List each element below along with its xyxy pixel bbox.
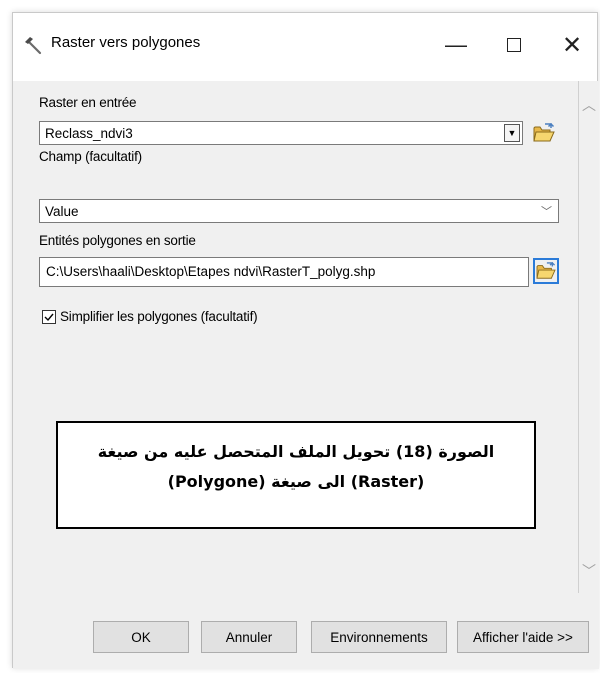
minimize-button[interactable]: — [433,27,479,63]
chevron-down-icon: ﹀ [541,206,552,218]
caption-line-2: (Raster) الى صيغة (Polygone) [167,472,425,491]
checkmark-icon [44,313,54,322]
maximize-icon [507,38,521,52]
raster-input-label: Raster en entrée [39,95,137,110]
output-label: Entités polygones en sortie [39,233,196,248]
maximize-button[interactable] [491,27,537,63]
open-folder-icon [536,262,556,279]
figure-caption: الصورة (18) تحويل الملف المتحصل عليه من … [56,421,536,529]
output-path-input[interactable]: C:\Users\haali\Desktop\Etapes ndvi\Raste… [39,257,529,287]
ok-button[interactable]: OK [93,621,189,653]
field-value: Value [45,204,79,219]
caption-line-1: الصورة (18) تحويل الملف المتحصل عليه من … [97,442,495,461]
browse-output-button[interactable] [533,258,559,284]
field-label: Champ (facultatif) [39,149,142,164]
open-folder-icon [533,123,555,142]
field-select[interactable]: Value ﹀ [39,199,559,223]
window-title: Raster vers polygones [51,34,201,51]
cancel-button[interactable]: Annuler [201,621,297,653]
browse-raster-button[interactable] [531,120,557,146]
title-bar[interactable]: Raster vers polygones — ✕ [13,13,597,81]
hammer-icon [23,35,43,55]
simplify-checkbox[interactable] [42,310,56,324]
raster-input-select[interactable]: Reclass_ndvi3 ▼ [39,121,523,145]
form-panel: Raster en entrée Reclass_ndvi3 ▼ Champ (… [13,81,579,593]
close-icon: ✕ [561,31,583,59]
button-bar: OK Annuler Environnements Afficher l'aid… [13,593,599,669]
simplify-label[interactable]: Simplifier les polygones (facultatif) [60,309,258,324]
scroll-up-icon[interactable]: ︿ [581,97,597,113]
scroll-down-icon[interactable]: ﹀ [581,563,597,579]
environments-button[interactable]: Environnements [311,621,447,653]
vertical-scrollbar[interactable]: ︿ ﹀ [579,81,599,593]
show-help-button[interactable]: Afficher l'aide >> [457,621,589,653]
minimize-icon: — [445,32,467,57]
dialog-window: Raster vers polygones — ✕ Raster en entr… [12,12,599,669]
raster-input-value: Reclass_ndvi3 [45,126,133,141]
output-path-value: C:\Users\haali\Desktop\Etapes ndvi\Raste… [46,264,376,279]
close-button[interactable]: ✕ [549,27,595,63]
dropdown-arrow-icon[interactable]: ▼ [504,124,520,142]
